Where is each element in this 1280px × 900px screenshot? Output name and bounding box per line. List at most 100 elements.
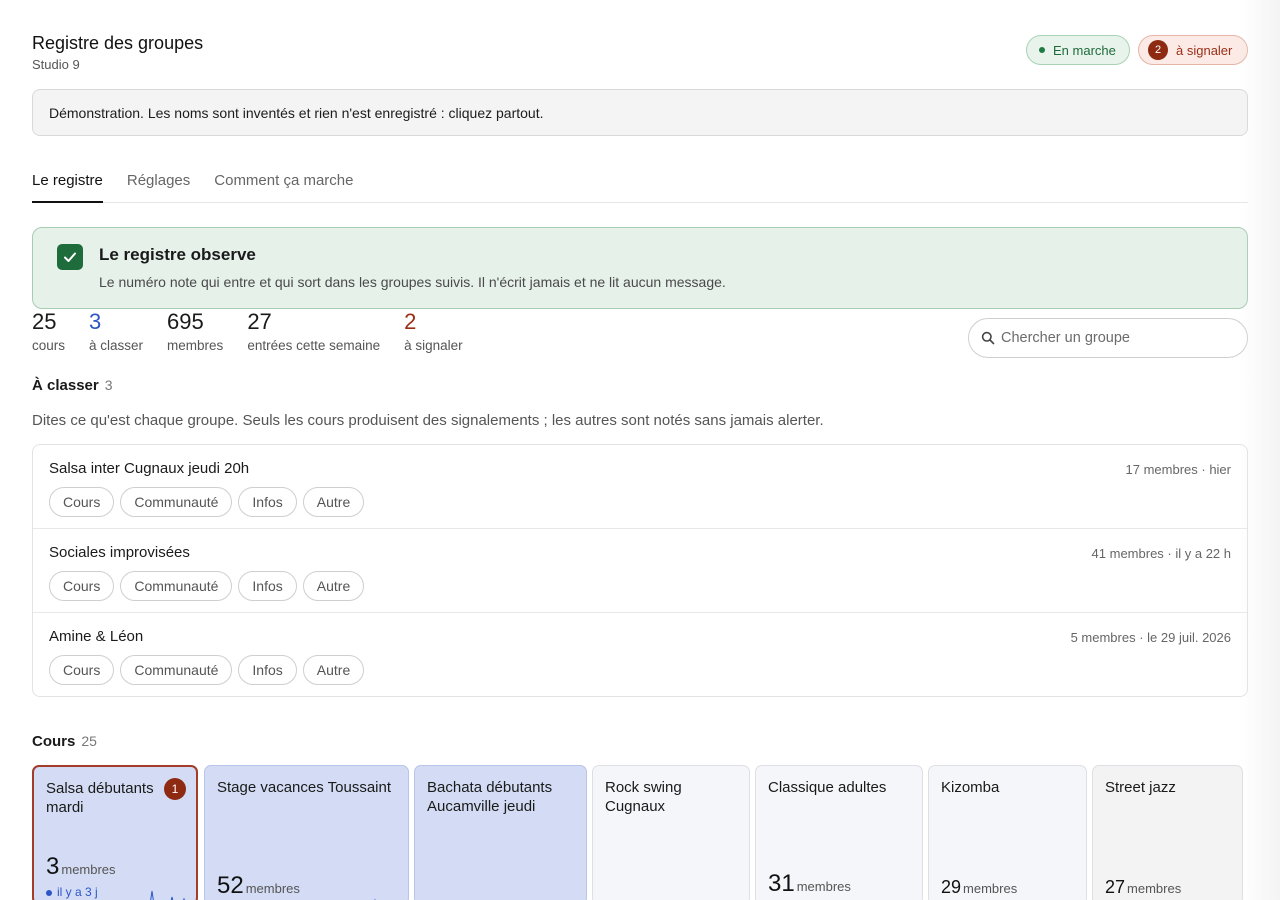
- category-chips: Cours Communauté Infos Autre: [49, 571, 370, 601]
- group-name: Sociales improvisées: [49, 544, 190, 561]
- members-unit: membres: [245, 881, 300, 896]
- chip-autre[interactable]: Autre: [302, 487, 365, 517]
- classify-list: Salsa inter Cugnaux jeudi 20h 17 membres…: [32, 444, 1248, 697]
- recent-activity-label: il y a 3 j: [57, 885, 98, 899]
- course-card[interactable]: Bachata débutants Aucamville jeudi: [414, 765, 587, 900]
- course-name: Salsa débutants mardi: [46, 780, 154, 816]
- stat-label: entrées cette semaine: [247, 338, 381, 353]
- report-count: 2: [1148, 40, 1168, 60]
- course-name: Classique adultes: [768, 779, 887, 796]
- status-panel-text: Le numéro note qui entre et qui sort dan…: [99, 274, 726, 290]
- status-panel: Le registre observe Le numéro note qui e…: [32, 227, 1248, 309]
- group-meta: 5 membres · le 29 juil. 2026: [1070, 630, 1231, 645]
- course-name: Rock swing Cugnaux: [605, 779, 682, 815]
- category-chips: Cours Communauté Infos Autre: [49, 487, 370, 517]
- course-name: Kizomba: [941, 779, 1000, 796]
- course-members: 31 membres: [768, 870, 851, 898]
- category-chips: Cours Communauté Infos Autre: [49, 655, 370, 685]
- chip-communaute[interactable]: Communauté: [120, 487, 233, 517]
- chip-cours[interactable]: Cours: [49, 571, 115, 601]
- stat-value: 2: [404, 309, 417, 334]
- section-count: 25: [81, 733, 97, 749]
- chip-cours[interactable]: Cours: [49, 487, 115, 517]
- stat-value: 3: [89, 309, 102, 334]
- course-card[interactable]: Rock swing Cugnaux: [592, 765, 750, 900]
- members-count: 3: [46, 853, 60, 880]
- stat-value: 27: [247, 309, 272, 334]
- course-card[interactable]: Stage vacances Toussaint 52 membres: [204, 765, 409, 900]
- section-title-label: À classer: [32, 377, 99, 394]
- list-item: Salsa inter Cugnaux jeudi 20h 17 membres…: [33, 445, 1247, 529]
- members-count: 27: [1105, 877, 1126, 897]
- section-title-cours: Cours 25: [32, 733, 97, 750]
- course-members: 3 membres: [46, 853, 116, 881]
- chip-infos[interactable]: Infos: [238, 655, 297, 685]
- list-item: Sociales improvisées 41 membres · il y a…: [33, 529, 1247, 613]
- course-members: 27 membres: [1105, 877, 1181, 898]
- chip-autre[interactable]: Autre: [302, 655, 365, 685]
- stat-entrees: 27 entrées cette semaine: [247, 309, 381, 354]
- course-name: Street jazz: [1105, 779, 1176, 796]
- tab-reglages[interactable]: Réglages: [127, 170, 190, 203]
- course-card[interactable]: Kizomba 29 membres: [928, 765, 1087, 900]
- members-unit: membres: [963, 881, 1018, 896]
- course-name: Stage vacances Toussaint: [217, 779, 392, 796]
- stat-label: à signaler: [404, 338, 463, 353]
- chip-cours[interactable]: Cours: [49, 655, 115, 685]
- chip-infos[interactable]: Infos: [238, 571, 297, 601]
- chip-infos[interactable]: Infos: [238, 487, 297, 517]
- members-unit: membres: [61, 862, 116, 877]
- group-meta: 41 membres · il y a 22 h: [1091, 546, 1231, 561]
- alert-count-badge: 1: [164, 778, 186, 800]
- group-name: Amine & Léon: [49, 628, 144, 645]
- stat-cours: 25 cours: [32, 309, 66, 354]
- report-badge[interactable]: 2 à signaler: [1138, 35, 1248, 65]
- members-count: 31: [768, 870, 795, 897]
- chip-communaute[interactable]: Communauté: [120, 655, 233, 685]
- stats-row: 25 cours 3 à classer 695 membres 27 entr…: [32, 309, 487, 354]
- recent-activity: il y a 3 j: [46, 885, 98, 899]
- members-count: 29: [941, 877, 962, 897]
- stat-a-classer[interactable]: 3 à classer: [89, 309, 143, 354]
- course-name: Bachata débutants Aucamville jeudi: [427, 779, 553, 815]
- status-dot-icon: [1039, 47, 1045, 53]
- stat-label: cours: [32, 338, 66, 353]
- page-title: Registre des groupes: [32, 33, 204, 53]
- members-count: 52: [217, 872, 244, 899]
- group-meta: 17 membres · hier: [1125, 462, 1231, 477]
- course-members: 29 membres: [941, 877, 1017, 898]
- course-members: 52 membres: [217, 872, 300, 900]
- course-card[interactable]: Classique adultes 31 membres: [755, 765, 923, 900]
- search-input[interactable]: [1001, 330, 1231, 346]
- activity-dot-icon: [46, 889, 52, 896]
- members-unit: membres: [796, 879, 851, 894]
- tab-comment-ca-marche[interactable]: Comment ça marche: [214, 170, 353, 203]
- search-icon: [981, 331, 995, 345]
- stat-a-signaler[interactable]: 2 à signaler: [404, 309, 463, 354]
- section-title-a-classer: À classer 3: [32, 377, 113, 394]
- chip-autre[interactable]: Autre: [302, 571, 365, 601]
- status-running-badge[interactable]: En marche: [1026, 35, 1130, 65]
- stat-value: 695: [167, 309, 204, 334]
- course-card[interactable]: Street jazz 27 membres: [1092, 765, 1243, 900]
- status-panel-title: Le registre observe: [99, 245, 256, 264]
- status-running-label: En marche: [1053, 42, 1116, 58]
- course-card[interactable]: Salsa débutants mardi 1 3 membres il y a …: [32, 765, 198, 900]
- members-unit: membres: [1127, 881, 1182, 896]
- search-box[interactable]: [968, 318, 1248, 358]
- group-name: Salsa inter Cugnaux jeudi 20h: [49, 460, 250, 477]
- chip-communaute[interactable]: Communauté: [120, 571, 233, 601]
- sparkline: [374, 898, 376, 900]
- section-count: 3: [104, 377, 113, 393]
- tab-registre[interactable]: Le registre: [32, 170, 103, 203]
- stat-membres: 695 membres: [167, 309, 224, 354]
- page-subtitle: Studio 9: [32, 57, 80, 72]
- sparkline: [150, 890, 185, 900]
- stat-value: 25: [32, 309, 57, 334]
- report-label: à signaler: [1176, 42, 1233, 58]
- stat-label: membres: [167, 338, 224, 353]
- section-title-label: Cours: [32, 733, 76, 750]
- section-description: Dites ce qu'est chaque groupe. Seuls les…: [32, 412, 824, 429]
- list-item: Amine & Léon 5 membres · le 29 juil. 202…: [33, 613, 1247, 696]
- check-icon: [57, 244, 83, 270]
